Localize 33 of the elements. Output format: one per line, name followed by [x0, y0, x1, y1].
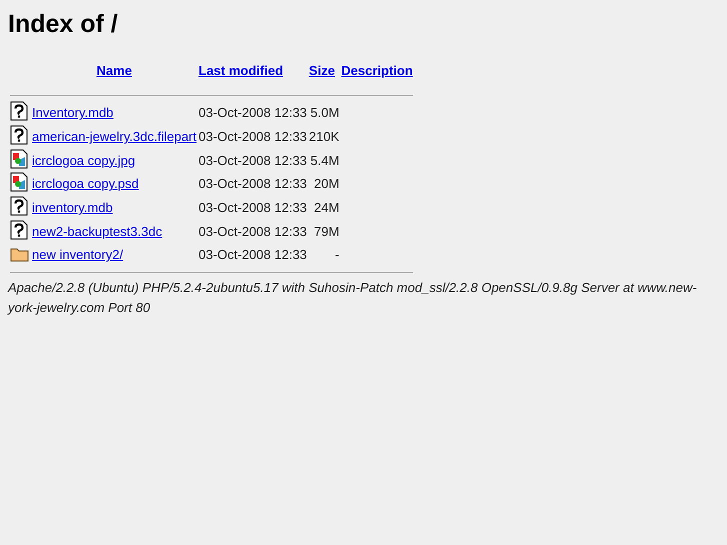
date-cell-text: 03-Oct-2008 12:33	[198, 104, 307, 122]
unknown-file-icon	[10, 125, 28, 146]
file-link[interactable]: inventory.mdb	[32, 200, 113, 216]
file-link[interactable]: new inventory2/	[32, 247, 124, 262]
date-cell-text: 03-Oct-2008 12:33	[198, 199, 307, 218]
page-title: Index of /	[8, 10, 119, 39]
size-cell-text: 5.4M	[309, 152, 340, 170]
size-cell-text: 24M	[312, 199, 340, 218]
size-cell-text: -	[334, 246, 340, 264]
column-sort-link[interactable]: Last modified	[198, 63, 284, 78]
size-cell-text: 210K	[308, 128, 340, 146]
size-cell-text: 5.0M	[309, 104, 340, 122]
unknown-file-icon	[10, 196, 28, 216]
size-cell-text: 20M	[312, 175, 340, 194]
date-cell-text: 03-Oct-2008 12:33	[198, 246, 307, 264]
column-sort-link[interactable]: Name	[96, 63, 132, 78]
column-sort-link[interactable]: Size	[308, 63, 335, 78]
unknown-file-icon	[10, 220, 28, 240]
image-file-icon	[10, 172, 28, 192]
date-cell-text: 03-Oct-2008 12:33	[198, 222, 307, 241]
file-link[interactable]: icrclogoa copy.jpg	[32, 152, 136, 168]
unknown-file-icon	[10, 101, 28, 122]
date-cell-text: 03-Oct-2008 12:33	[198, 128, 307, 146]
file-link[interactable]: new2-backuptest3.3dc	[32, 224, 162, 239]
file-link[interactable]: Inventory.mdb	[32, 105, 114, 120]
size-cell-text: 79M	[312, 222, 340, 241]
date-cell-text: 03-Oct-2008 12:33	[198, 175, 307, 194]
file-link[interactable]: icrclogoa copy.psd	[32, 176, 139, 192]
file-link[interactable]: american-jewelry.3dc.filepart	[32, 129, 196, 144]
image-file-icon	[10, 148, 28, 169]
column-sort-link[interactable]: Description	[341, 63, 413, 78]
date-cell-text: 03-Oct-2008 12:33	[198, 152, 307, 170]
server-signature: Apache/2.2.8 (Ubuntu) PHP/5.2.4-2ubuntu5.17 with Suhosin-Patch mod_ssl/2.2.8 OpenSSL/0.9.8g Server at www.new-york-jewelry.com Port 80	[8, 278, 698, 317]
